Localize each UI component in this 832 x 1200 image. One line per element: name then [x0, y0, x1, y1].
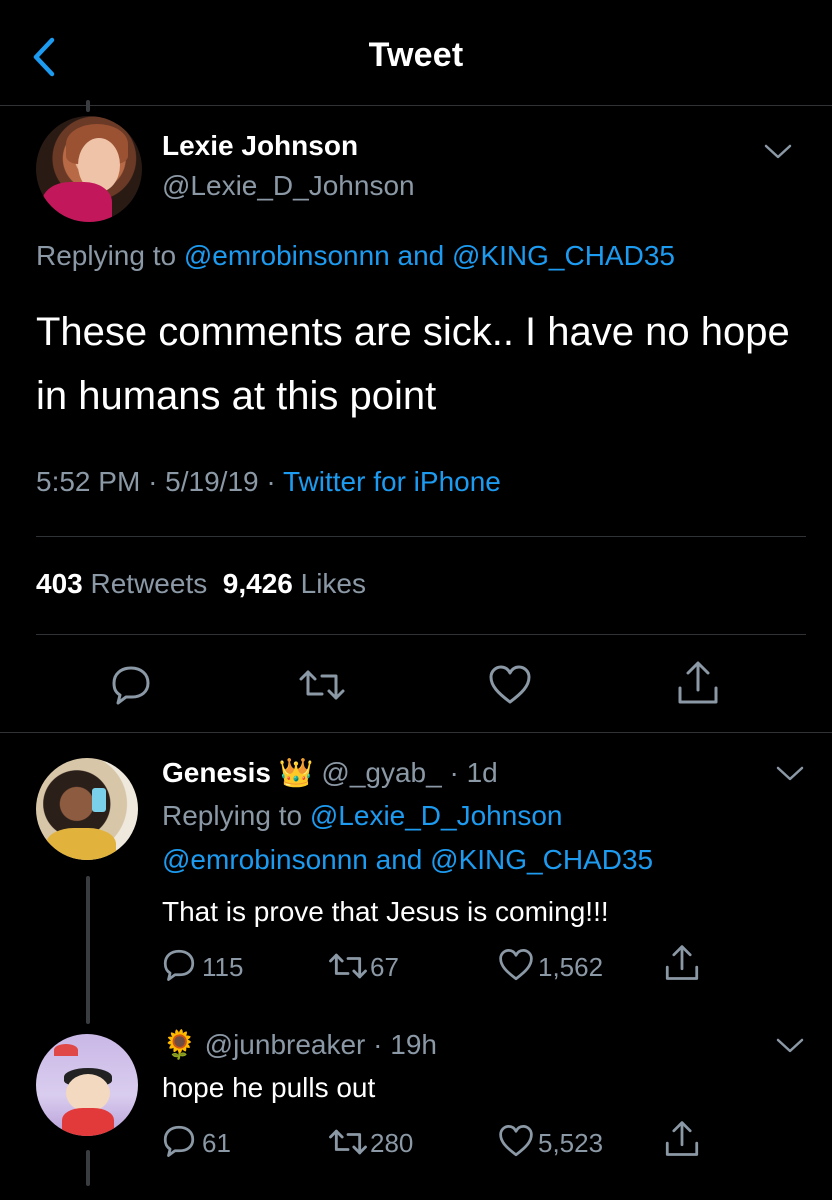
tweet-text: These comments are sick.. I have no hope… — [36, 310, 790, 418]
replying-prefix: Replying to — [162, 800, 303, 831]
reply-age: · 19h — [373, 1029, 437, 1060]
mention-link[interactable]: @KING_CHAD35 — [452, 240, 675, 271]
sunflower-badge-icon: 🌻 — [162, 1029, 197, 1060]
replying-prefix: Replying to — [36, 240, 177, 271]
reply-author-handle[interactable]: @_gyab_ — [321, 757, 441, 788]
divider — [36, 536, 806, 537]
reply-count: 115 — [202, 952, 244, 982]
reply-author-handle[interactable]: @junbreaker — [205, 1029, 366, 1060]
replying-to: Replying to @emrobinsonnn and @KING_CHAD… — [36, 240, 675, 272]
reply-text: hope he pulls out — [162, 1072, 376, 1103]
likes-label: Likes — [300, 568, 367, 599]
retweets-count: 403 — [36, 568, 83, 599]
reply-author-row: 🌻 @junbreaker · 19h — [162, 1028, 437, 1061]
share-icon[interactable] — [664, 1120, 700, 1158]
replying-to-cont: @emrobinsonnn and @KING_CHAD35 — [162, 844, 653, 876]
top-bar: Tweet — [0, 0, 832, 106]
thread-connector — [86, 100, 90, 112]
share-icon[interactable] — [664, 944, 700, 982]
author-handle[interactable]: @Lexie_D_Johnson — [162, 170, 415, 202]
like-icon[interactable] — [498, 1124, 534, 1158]
meta-separator: · — [148, 466, 158, 497]
thread-connector — [86, 1150, 90, 1186]
retweet-icon[interactable] — [298, 666, 346, 704]
mention-link[interactable]: @emrobinsonnn — [162, 844, 368, 875]
thread-connector — [86, 876, 90, 1024]
like-count: 5,523 — [538, 1128, 604, 1158]
author-name[interactable]: Lexie Johnson — [162, 130, 358, 162]
replying-and: and — [397, 240, 445, 271]
retweet-icon[interactable] — [328, 950, 368, 982]
reply-age: · 1d — [449, 757, 498, 788]
replying-to: Replying to @Lexie_D_Johnson — [162, 800, 562, 832]
tweet-meta: 5:52 PM · 5/19/19 · Twitter for iPhone — [36, 466, 501, 498]
more-chevron-icon[interactable] — [776, 766, 804, 782]
tweet-stats: 403 Retweets 9,426 Likes — [36, 568, 366, 600]
more-chevron-icon[interactable] — [764, 144, 792, 160]
reply-author-name[interactable]: Genesis — [162, 757, 271, 788]
reply-author-row: Genesis 👑 @_gyab_ · 1d — [162, 756, 498, 789]
mention-link[interactable]: @emrobinsonnn — [184, 240, 390, 271]
retweets-stat[interactable]: 403 Retweets — [36, 568, 207, 599]
reply-count: 61 — [202, 1128, 231, 1158]
replying-and: and — [375, 844, 423, 875]
likes-count: 9,426 — [222, 568, 293, 599]
reply-icon[interactable] — [162, 948, 196, 982]
like-icon[interactable] — [498, 948, 534, 982]
mention-link[interactable]: @KING_CHAD35 — [430, 844, 653, 875]
divider — [36, 634, 806, 635]
meta-separator: · — [266, 466, 276, 497]
reply-icon[interactable] — [110, 664, 152, 706]
reply-icon[interactable] — [162, 1124, 196, 1158]
retweet-count: 67 — [370, 952, 399, 982]
retweet-icon[interactable] — [328, 1126, 368, 1158]
avatar[interactable] — [36, 1034, 138, 1136]
like-count: 1,562 — [538, 952, 604, 982]
avatar[interactable] — [36, 116, 142, 222]
likes-stat[interactable]: 9,426 Likes — [223, 568, 366, 599]
tweet-time: 5:52 PM — [36, 466, 141, 497]
avatar[interactable] — [36, 758, 138, 860]
share-icon[interactable] — [676, 660, 720, 706]
reply-text: That is prove that Jesus is coming!!! — [162, 896, 609, 927]
divider — [0, 732, 832, 733]
crown-badge-icon: 👑 — [278, 757, 314, 788]
tweet-source[interactable]: Twitter for iPhone — [283, 466, 501, 497]
mention-link[interactable]: @Lexie_D_Johnson — [310, 800, 563, 831]
tweet-date: 5/19/19 — [165, 466, 259, 497]
retweet-count: 280 — [370, 1128, 414, 1158]
like-icon[interactable] — [488, 664, 532, 706]
more-chevron-icon[interactable] — [776, 1038, 804, 1054]
page-title: Tweet — [368, 36, 464, 74]
retweets-label: Retweets — [90, 568, 208, 599]
